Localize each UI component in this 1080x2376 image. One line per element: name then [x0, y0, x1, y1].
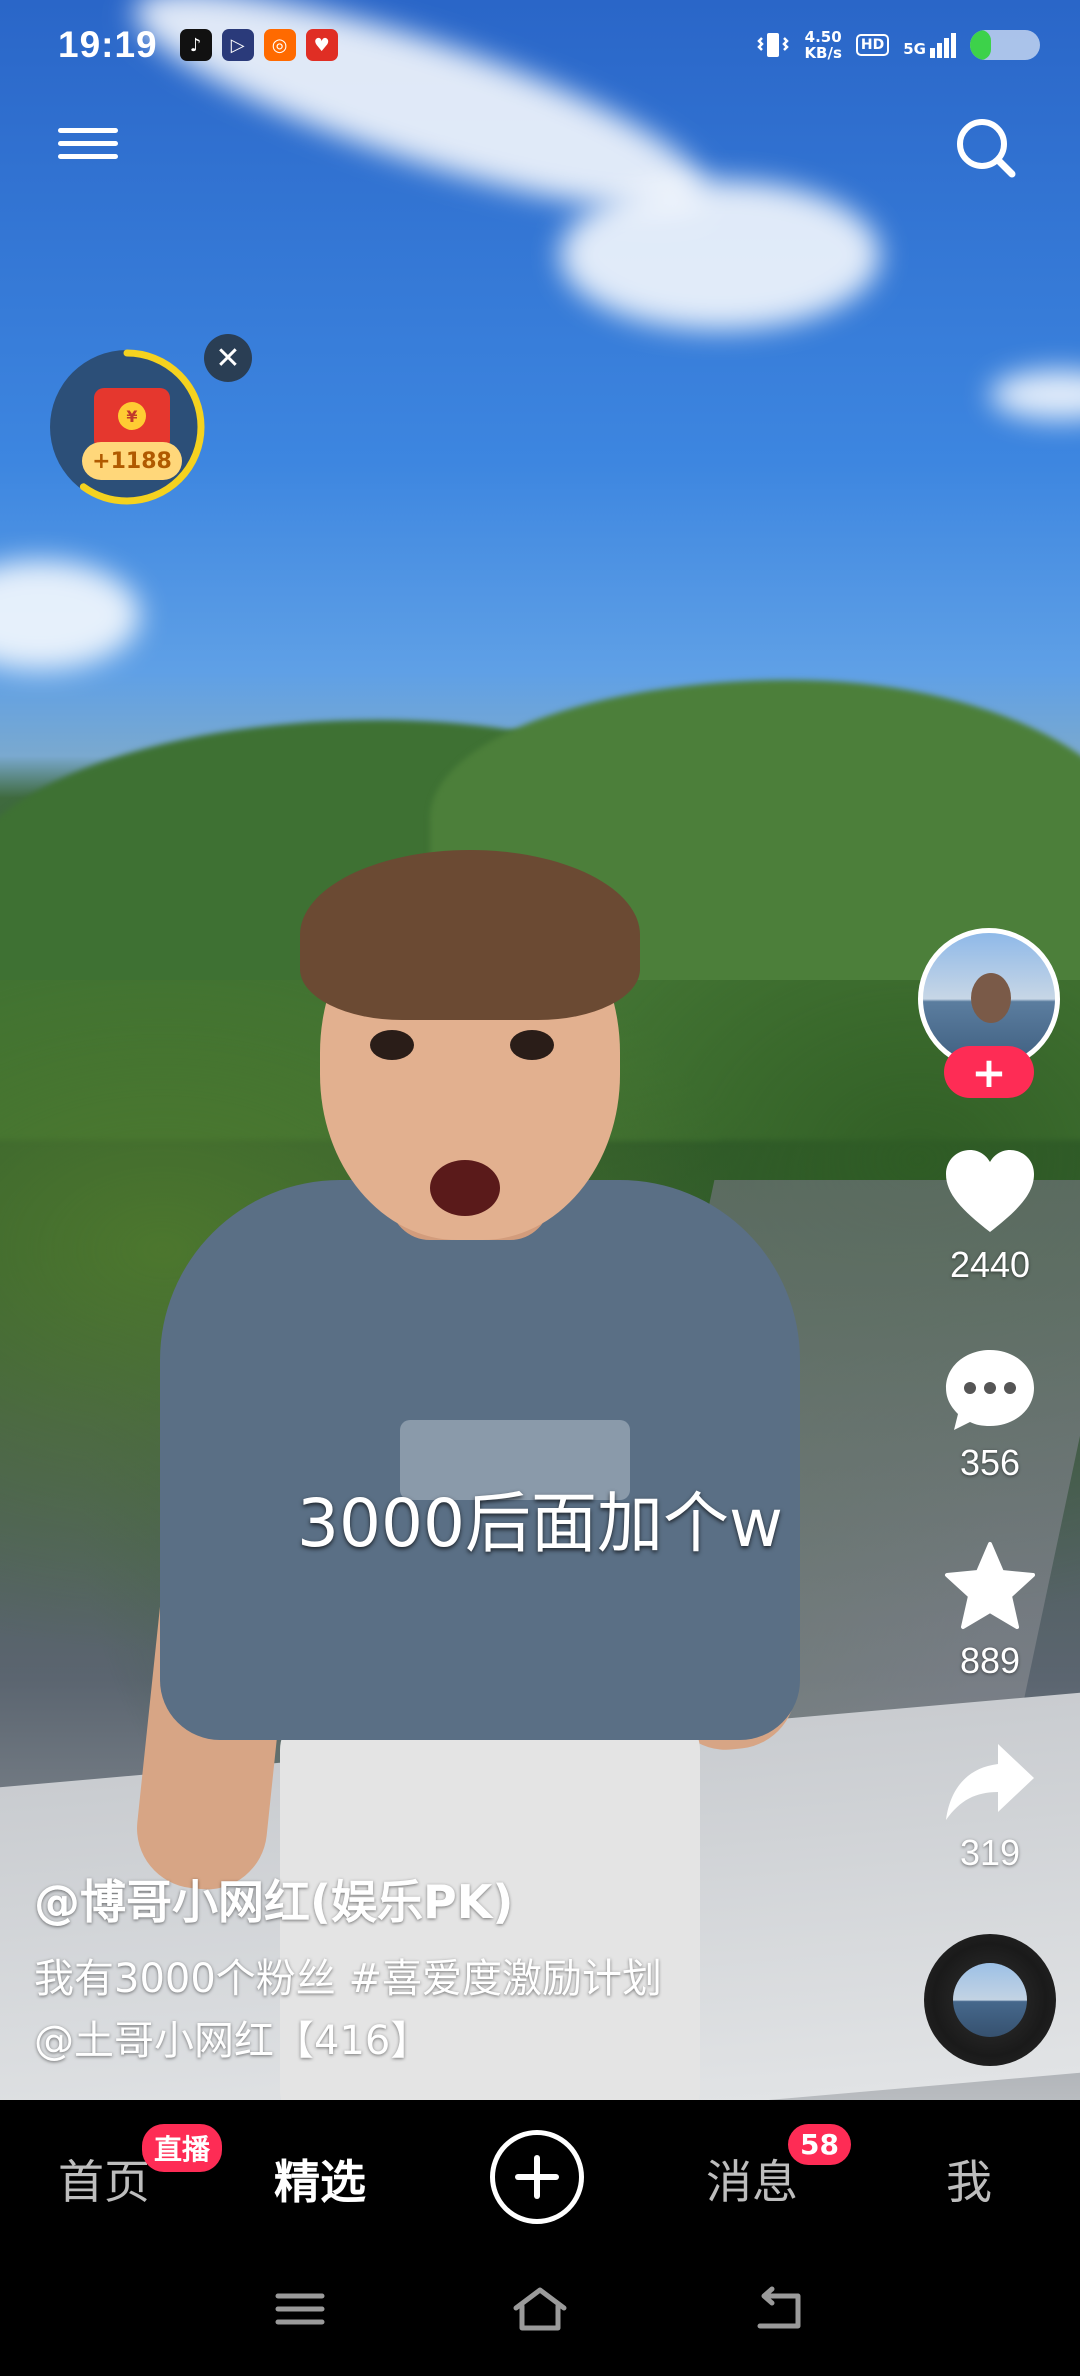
net-speed-value: 4.50	[804, 28, 842, 46]
search-button[interactable]	[950, 112, 1022, 184]
vibrate-icon	[757, 33, 790, 57]
tiktok-icon: ♪	[179, 29, 212, 61]
description-line: @土哥小网红【416】	[34, 2018, 431, 2064]
tab-messages[interactable]: 消息	[706, 2146, 798, 2212]
search-icon	[957, 119, 1016, 178]
hair	[300, 850, 640, 1020]
notification-icons: ♪ ▷ ◎ ♥	[179, 29, 338, 61]
eye	[370, 1030, 414, 1060]
tab-me[interactable]: 我	[946, 2146, 992, 2212]
messages-badge: 58	[788, 2124, 851, 2165]
share-icon	[946, 1744, 1034, 1820]
like-button[interactable]: 2440	[930, 1148, 1050, 1286]
avatar-figure	[971, 973, 1011, 1023]
kuaishou-icon: ◎	[263, 29, 296, 61]
like-count: 2440	[949, 1244, 1031, 1285]
plus-icon	[515, 2155, 559, 2199]
favorite-count: 889	[959, 1640, 1021, 1681]
heart-icon	[946, 1150, 1034, 1232]
reward-progress-ring	[49, 349, 205, 505]
recents-icon[interactable]	[270, 2284, 330, 2334]
network-label: 5G	[903, 39, 926, 58]
description-line: 我有3000个粉丝 #喜爱度激励计划	[34, 1956, 663, 2002]
menu-button[interactable]	[58, 120, 118, 180]
share-button[interactable]: 319	[930, 1740, 1050, 1874]
cloud	[560, 180, 880, 330]
status-time: 19:19	[58, 24, 158, 65]
battery-icon	[970, 30, 1040, 60]
music-cover	[953, 1963, 1027, 2037]
author-name[interactable]: @博哥小网红(娱乐PK)	[34, 1866, 513, 1932]
status-bar: 19:19 ♪ ▷ ◎ ♥ 4.50 KB/s HD 5G	[0, 0, 1080, 90]
comment-icon	[946, 1350, 1034, 1430]
video-description[interactable]: 我有3000个粉丝 #喜爱度激励计划 @土哥小网红【416】	[34, 1948, 894, 2072]
bottom-tab-bar: 首页 直播 精选 消息 58 我	[0, 2100, 1080, 2254]
cloud	[0, 560, 140, 670]
favorite-button[interactable]: 889	[930, 1540, 1050, 1682]
net-speed-unit: KB/s	[804, 44, 842, 62]
video-player[interactable]	[0, 0, 1080, 2100]
comment-button[interactable]: 356	[930, 1346, 1050, 1484]
create-button[interactable]	[490, 2130, 584, 2224]
share-count: 319	[959, 1832, 1021, 1873]
tab-featured[interactable]: 精选	[274, 2146, 366, 2212]
mouth	[430, 1160, 500, 1216]
live-badge: 直播	[142, 2124, 223, 2172]
reward-close-button[interactable]: ✕	[204, 334, 252, 382]
status-right: 4.50 KB/s HD 5G	[756, 29, 1040, 61]
follow-button[interactable]: +	[944, 1046, 1034, 1098]
back-icon[interactable]	[750, 2284, 810, 2334]
video-icon: ▷	[221, 29, 254, 61]
eye	[510, 1030, 554, 1060]
video-subtitle: 3000后面加个w	[297, 1485, 783, 1562]
signal-icon: 5G	[903, 32, 956, 58]
battery-level	[970, 30, 991, 60]
comment-count: 356	[959, 1442, 1021, 1483]
hd-badge: HD	[855, 34, 890, 56]
cloud	[990, 370, 1080, 420]
tab-home[interactable]: 首页	[58, 2146, 150, 2212]
music-disc[interactable]	[924, 1934, 1056, 2066]
home-icon[interactable]	[510, 2284, 570, 2334]
system-nav-bar	[0, 2254, 1080, 2376]
net-speed: 4.50 KB/s	[804, 29, 841, 61]
pinduoduo-icon: ♥	[305, 29, 338, 61]
star-icon	[945, 1542, 1035, 1629]
